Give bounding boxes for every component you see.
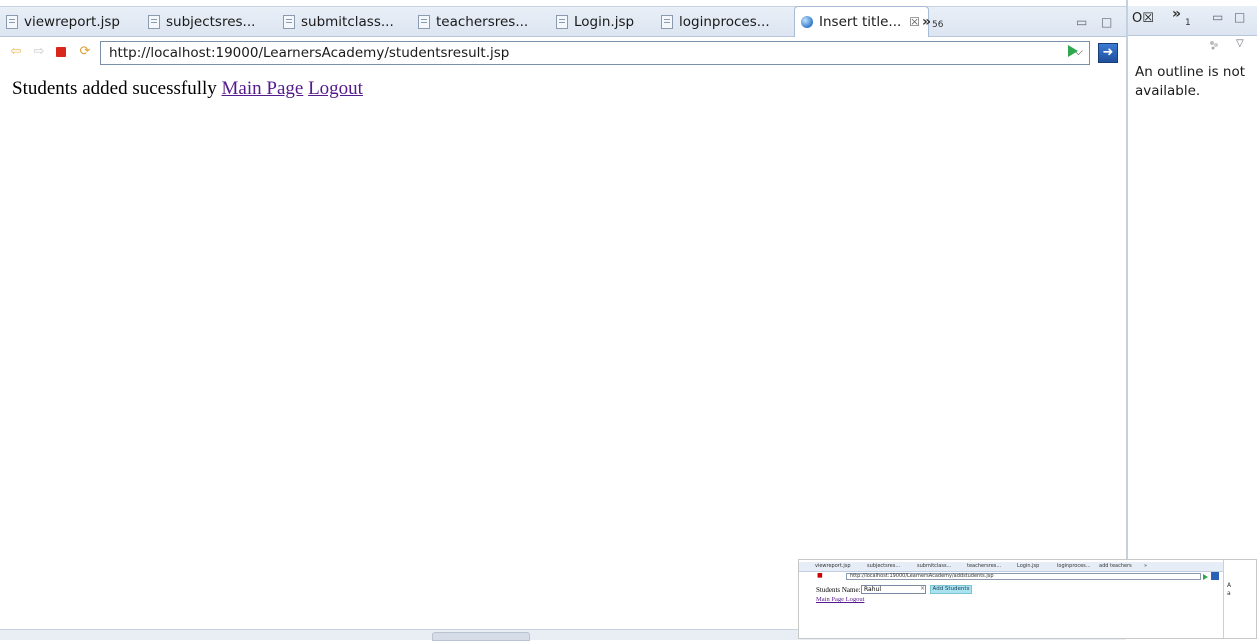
- minimize-button[interactable]: ▭: [1076, 7, 1087, 36]
- overflow-count: 1: [1185, 18, 1191, 28]
- tab-viewreport[interactable]: viewreport.jsp: [6, 7, 120, 36]
- maximize-button[interactable]: □: [1101, 7, 1112, 36]
- logout-link[interactable]: Logout: [308, 78, 363, 99]
- tab-subjectsresult[interactable]: subjectsres...: [148, 7, 255, 36]
- file-icon: [148, 14, 160, 29]
- thumbnail-tab: loginproces...: [1057, 563, 1091, 569]
- tab-label: Login.jsp: [574, 13, 635, 30]
- tab-label: submitclass...: [301, 13, 394, 30]
- tab-loginprocess[interactable]: loginproces...: [661, 7, 770, 36]
- thumbnail-external-icon: [1211, 572, 1219, 580]
- tab-label: viewreport.jsp: [24, 13, 120, 30]
- globe-icon: [801, 16, 813, 28]
- screenshot-thumbnail: viewreport.jsp subjectsres... submitclas…: [798, 559, 1257, 639]
- minimize-icon: ▭: [1076, 14, 1088, 29]
- thumbnail-side-panel: A a: [1223, 560, 1256, 638]
- thumbnail-go-icon: [1203, 574, 1208, 580]
- thumbnail-add-students-button: Add Students: [930, 585, 972, 594]
- thumbnail-clear-icon: ×: [920, 585, 926, 592]
- refresh-icon[interactable]: ⟳: [78, 45, 92, 59]
- thumbnail-tab: »: [1144, 563, 1148, 569]
- minimize-icon[interactable]: ▭: [1212, 10, 1223, 24]
- thumbnail-tab: subjectsres...: [867, 563, 901, 569]
- thumbnail-students-name-input: Rahul: [861, 585, 926, 594]
- outline-toolbar-icon[interactable]: [1208, 40, 1220, 50]
- outline-tab-bar: O☒ » 1 ▭ □: [1128, 6, 1257, 36]
- tab-login[interactable]: Login.jsp: [556, 7, 634, 36]
- thumbnail-students-name-label: Students Name:: [816, 586, 861, 594]
- file-icon: [661, 14, 673, 29]
- editor-tab-bar: viewreport.jsp subjectsres... submitclas…: [0, 6, 1126, 37]
- overflow-count: 56: [932, 19, 944, 30]
- close-icon[interactable]: ☒: [909, 15, 920, 29]
- file-icon: [6, 14, 18, 29]
- back-arrow-icon[interactable]: ⇦: [9, 45, 23, 59]
- maximize-icon: □: [1101, 14, 1113, 29]
- tab-outline[interactable]: O☒: [1132, 11, 1154, 26]
- thumbnail-side-text: a: [1227, 590, 1231, 597]
- chevron-right-icon: »: [922, 13, 932, 30]
- main-page-link[interactable]: Main Page: [222, 78, 304, 99]
- thumbnail-tab: viewreport.jsp: [815, 563, 851, 569]
- tab-label: teachersres...: [436, 13, 529, 30]
- tab-label: subjectsres...: [166, 13, 256, 30]
- thumbnail-stop-icon: ■: [817, 572, 823, 579]
- tab-submitclass[interactable]: submitclass...: [283, 7, 394, 36]
- stop-icon[interactable]: [56, 47, 66, 57]
- tab-label: loginproces...: [679, 13, 770, 30]
- thumbnail-tab: teachersres...: [967, 563, 1002, 569]
- thumbnail-tab: Login.jsp: [1017, 563, 1040, 569]
- tab-overflow-button[interactable]: » 56: [922, 7, 944, 36]
- maximize-icon[interactable]: □: [1234, 10, 1245, 24]
- tab-teachersresult[interactable]: teachersres...: [418, 7, 528, 36]
- outline-empty-message: An outline is not available.: [1135, 64, 1246, 99]
- url-input[interactable]: http://localhost:19000/LearnersAcademy/s…: [100, 41, 1090, 65]
- thumbnail-tab: submitclass...: [917, 563, 952, 569]
- tab-label: Insert title...: [819, 14, 902, 30]
- file-icon: [418, 14, 430, 29]
- web-page-content: Students added sucessfully Main Page Log…: [12, 78, 363, 100]
- thumbnail-tab: add teachers: [1099, 563, 1132, 569]
- file-icon: [283, 14, 295, 29]
- tab-insert-title[interactable]: Insert title... ☒: [794, 6, 930, 37]
- file-icon: [556, 14, 568, 29]
- bottom-panel-tab[interactable]: [432, 632, 530, 641]
- thumbnail-url-text: http://localhost:19000/LearnersAcademy/a…: [850, 573, 994, 579]
- open-external-browser-button[interactable]: ➜: [1098, 43, 1118, 63]
- thumbnail-links: Main Page Logout: [816, 596, 865, 603]
- view-menu-icon[interactable]: ▽: [1236, 38, 1244, 49]
- thumbnail-tab-bar: viewreport.jsp subjectsres... submitclas…: [799, 562, 1224, 572]
- success-message: Students added sucessfully: [12, 78, 217, 99]
- thumbnail-side-text: A: [1227, 582, 1232, 589]
- chevron-right-icon[interactable]: »: [1172, 6, 1181, 22]
- go-button[interactable]: [1068, 45, 1078, 57]
- outline-panel: O☒ » 1 ▭ □ ▽ An outline is not available…: [1126, 0, 1257, 639]
- url-text: http://localhost:19000/LearnersAcademy/s…: [109, 45, 510, 61]
- forward-arrow-icon[interactable]: ⇨: [32, 45, 46, 59]
- thumbnail-url-bar: http://localhost:19000/LearnersAcademy/a…: [846, 573, 1201, 580]
